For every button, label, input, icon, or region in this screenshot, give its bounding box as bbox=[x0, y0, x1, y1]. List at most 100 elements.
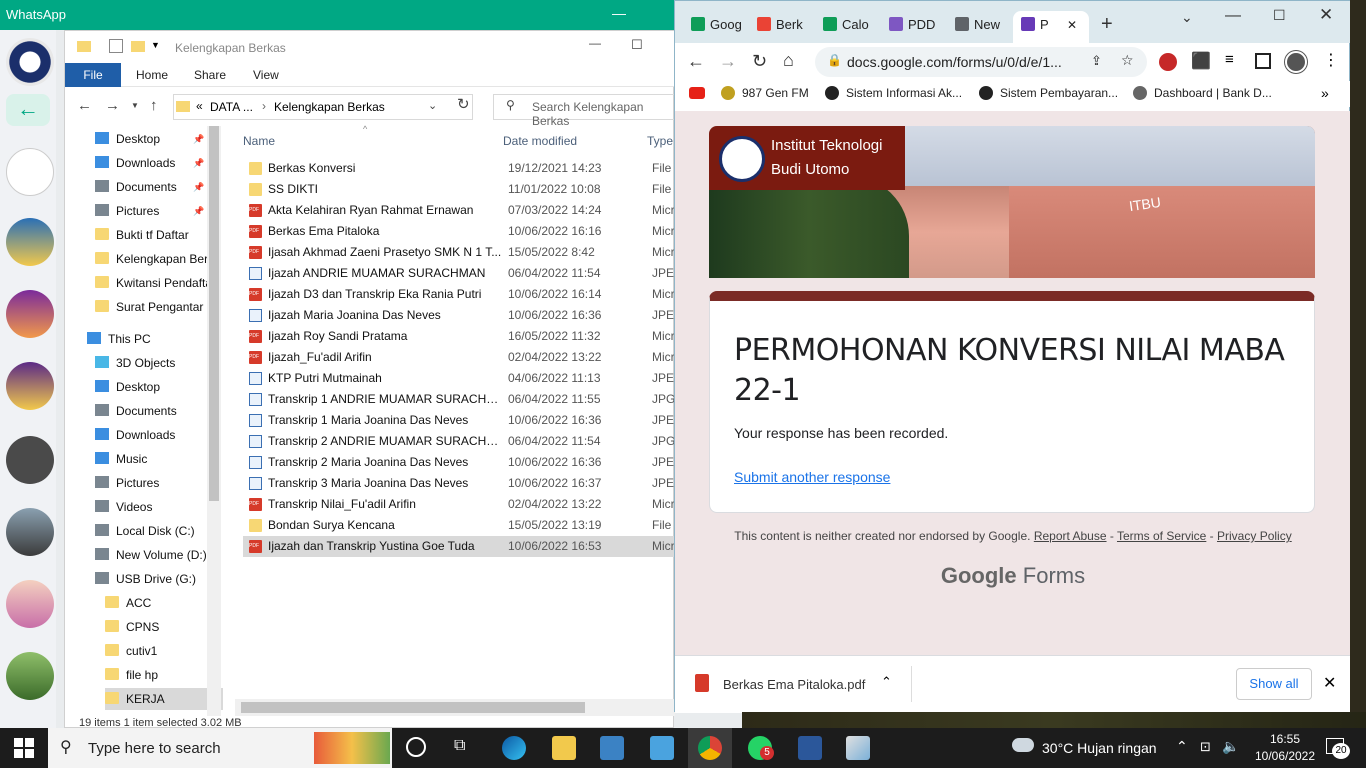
close-icon[interactable]: ✕ bbox=[1323, 673, 1336, 693]
bookmark-star-icon[interactable]: ☆ bbox=[1121, 52, 1134, 69]
nav-item[interactable]: Documents 📌 bbox=[95, 176, 213, 198]
minimize-button[interactable]: — bbox=[612, 5, 626, 21]
ribbon-share-tab[interactable]: Share bbox=[194, 68, 226, 82]
paint-icon[interactable] bbox=[846, 736, 870, 760]
maximize-button[interactable]: ☐ bbox=[631, 37, 643, 53]
breadcrumb-data[interactable]: DATA ... bbox=[210, 100, 253, 114]
avatar[interactable] bbox=[6, 218, 54, 266]
puzzle-icon[interactable]: ⬛ bbox=[1191, 51, 1211, 71]
avatar[interactable] bbox=[6, 652, 54, 700]
terms-link[interactable]: Terms of Service bbox=[1117, 529, 1206, 543]
avatar[interactable] bbox=[6, 362, 54, 410]
taskbar-search-input[interactable]: ⚲ Type here to search bbox=[48, 728, 392, 768]
windows-start-icon[interactable] bbox=[14, 738, 34, 758]
control-panel-icon[interactable] bbox=[650, 736, 674, 760]
nav-item[interactable]: Music bbox=[95, 448, 213, 470]
chevron-up-icon[interactable]: ⌃ bbox=[1176, 738, 1188, 755]
nav-item[interactable]: Surat Pengantar bbox=[95, 296, 213, 318]
avatar[interactable] bbox=[6, 508, 54, 556]
extension-icon[interactable] bbox=[1159, 53, 1177, 71]
chevron-up-icon[interactable]: ⌃ bbox=[881, 674, 892, 690]
close-tab-icon[interactable]: ✕ bbox=[1067, 18, 1077, 32]
nav-item[interactable]: Downloads 📌 bbox=[95, 152, 213, 174]
nav-item[interactable]: Desktop bbox=[95, 376, 213, 398]
properties-icon[interactable] bbox=[109, 39, 123, 53]
file-row[interactable]: SS DIKTI11/01/2022 10:08File folder bbox=[243, 179, 682, 200]
ribbon-view-tab[interactable]: View bbox=[253, 68, 279, 82]
browser-tab[interactable]: Berk bbox=[749, 11, 813, 43]
pin-icon[interactable]: 📌 bbox=[193, 128, 204, 150]
file-row[interactable]: Ijazah Roy Sandi Pratama 16/05/2022 11:32… bbox=[243, 326, 682, 347]
file-row[interactable]: Ijazah ANDRIE MUAMAR SURACHMAN 06/04/2022… bbox=[243, 263, 682, 284]
maximize-button[interactable]: ☐ bbox=[1273, 7, 1286, 24]
nav-item[interactable]: Pictures 📌 bbox=[95, 200, 213, 222]
home-icon[interactable]: ⌂ bbox=[783, 50, 794, 71]
file-explorer-icon[interactable] bbox=[552, 736, 576, 760]
back-arrow-icon[interactable]: ← bbox=[687, 51, 705, 72]
column-header-name[interactable]: Name bbox=[243, 134, 275, 148]
privacy-link[interactable]: Privacy Policy bbox=[1217, 529, 1292, 543]
word-icon[interactable] bbox=[798, 736, 822, 760]
chevron-down-icon[interactable]: ⌄ bbox=[428, 99, 437, 112]
column-header-type[interactable]: Type bbox=[647, 134, 673, 148]
nav-item[interactable]: Bukti tf Daftar bbox=[95, 224, 213, 246]
nav-scrollbar-thumb[interactable] bbox=[209, 126, 219, 501]
file-row[interactable]: Berkas Konversi19/12/2021 14:23File fold… bbox=[243, 158, 682, 179]
report-abuse-link[interactable]: Report Abuse bbox=[1034, 529, 1107, 543]
profile-avatar[interactable] bbox=[1285, 51, 1307, 73]
ribbon-home-tab[interactable]: Home bbox=[136, 68, 168, 82]
pin-icon[interactable]: 📌 bbox=[193, 176, 204, 198]
up-arrow-icon[interactable]: ↑ bbox=[150, 97, 158, 114]
volume-icon[interactable]: 🔈 bbox=[1222, 738, 1239, 755]
recent-locations-icon[interactable]: ▼ bbox=[131, 101, 139, 110]
ribbon-file-tab[interactable]: File bbox=[65, 63, 121, 87]
nav-item[interactable]: Pictures bbox=[95, 472, 213, 494]
browser-tab[interactable]: P ✕ bbox=[1013, 11, 1089, 43]
share-icon[interactable]: ⇪ bbox=[1091, 53, 1102, 69]
file-row[interactable]: Transkrip 1 Maria Joanina Das Neves 10/06… bbox=[243, 410, 682, 431]
file-row[interactable]: Bondan Surya Kencana 15/05/2022 13:19 File… bbox=[243, 515, 682, 536]
nav-item[interactable]: file hp bbox=[105, 664, 223, 686]
file-row[interactable]: Akta Kelahiran Ryan Rahmat Ernawan 07/03/… bbox=[243, 200, 682, 221]
search-input[interactable]: ⚲ Search Kelengkapan Berkas bbox=[493, 94, 675, 128]
show-all-button[interactable]: Show all bbox=[1236, 668, 1312, 700]
file-row[interactable]: Transkrip 2 Maria Joanina Das Neves 10/06… bbox=[243, 452, 682, 473]
nav-item[interactable]: cutiv1 bbox=[105, 640, 223, 662]
nav-item[interactable]: Local Disk (C:) bbox=[95, 520, 213, 542]
refresh-icon[interactable]: ↻ bbox=[457, 95, 470, 113]
clock[interactable]: 16:55 10/06/2022 bbox=[1250, 731, 1320, 765]
close-button[interactable]: ✕ bbox=[1319, 5, 1333, 25]
avatar[interactable] bbox=[6, 148, 54, 196]
minimize-button[interactable]: — bbox=[1225, 7, 1241, 25]
avatar[interactable] bbox=[6, 290, 54, 338]
bookmark-sistem-pembayaran[interactable]: Sistem Pembayaran... bbox=[979, 86, 1118, 100]
file-row[interactable]: Ijazah dan Transkrip Yustina Goe Tuda 10/… bbox=[243, 536, 682, 557]
network-icon[interactable]: ⊡ bbox=[1200, 739, 1211, 755]
nav-item[interactable]: Kwitansi Pendaftaran bbox=[95, 272, 213, 294]
pin-icon[interactable]: 📌 bbox=[193, 200, 204, 222]
file-row[interactable]: Ijazah_Fu'adil Arifin02/04/2022 13:22Mic… bbox=[243, 347, 682, 368]
column-header-date[interactable]: Date modified bbox=[503, 134, 577, 148]
browser-tab[interactable]: Goog bbox=[683, 11, 747, 43]
bookmark-gen-fm[interactable]: 987 Gen FM bbox=[721, 86, 809, 100]
reload-icon[interactable]: ↻ bbox=[752, 51, 767, 72]
task-view-icon[interactable]: ⧉ bbox=[454, 737, 465, 755]
chevron-down-icon[interactable]: ▼ bbox=[151, 40, 160, 50]
back-arrow-icon[interactable]: ← bbox=[6, 94, 50, 126]
forward-arrow-icon[interactable]: → bbox=[719, 51, 737, 72]
file-row[interactable]: Transkrip 1 ANDRIE MUAMAR SURACHM... 06/0… bbox=[243, 389, 682, 410]
file-row[interactable]: Transkrip 2 ANDRIE MUAMAR SURACHM... 06/0… bbox=[243, 431, 682, 452]
nav-item[interactable]: CPNS bbox=[105, 616, 223, 638]
nav-item[interactable]: Kelengkapan Berkas bbox=[95, 248, 213, 270]
youtube-icon[interactable] bbox=[689, 87, 705, 99]
side-panel-icon[interactable] bbox=[1255, 53, 1271, 69]
browser-tab[interactable]: PDD bbox=[881, 11, 945, 43]
minimize-button[interactable]: — bbox=[589, 36, 601, 50]
nav-item[interactable]: Documents bbox=[95, 400, 213, 422]
browser-tab[interactable]: Calo bbox=[815, 11, 879, 43]
google-forms-logo[interactable]: Google Forms bbox=[675, 563, 1351, 589]
nav-item[interactable]: ACC bbox=[105, 592, 223, 614]
file-row[interactable]: Ijasah Akhmad Zaeni Prasetyo SMK N 1 T..… bbox=[243, 242, 682, 263]
download-item[interactable]: Berkas Ema Pitaloka.pdf bbox=[723, 677, 865, 692]
address-bar[interactable]: 🔒 docs.google.com/forms/u/0/d/e/1... ⇪ ☆ bbox=[815, 47, 1147, 77]
